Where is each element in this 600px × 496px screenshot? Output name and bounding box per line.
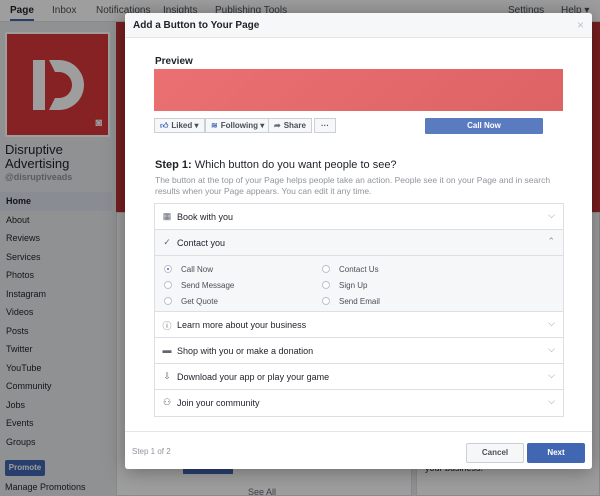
dialog-header: Add a Button to Your Page ×	[125, 13, 592, 38]
contact-choices: Call Now Contact Us Send Message Sign Up…	[155, 256, 563, 312]
share-label: Share	[283, 121, 306, 130]
radio-label: Get Quote	[181, 297, 218, 306]
option-label: Shop with you or make a donation	[177, 346, 314, 356]
step-number: Step 1:	[155, 159, 192, 171]
radio-contact-us[interactable]: Contact Us	[322, 265, 379, 274]
option-label: Book with you	[177, 212, 234, 222]
radio-call-now[interactable]: Call Now	[164, 265, 213, 274]
more-options-button[interactable]: ···	[314, 118, 336, 133]
following-label: Following ▾	[220, 121, 265, 130]
option-join-community[interactable]: ⚇ Join your community ⌵	[155, 390, 563, 416]
option-label: Join your community	[177, 398, 260, 408]
liked-label: Liked ▾	[171, 121, 199, 130]
download-icon: ⇩	[163, 371, 171, 381]
add-button-dialog: Add a Button to Your Page × Preview 👍︎ Li…	[125, 13, 592, 469]
cancel-button[interactable]: Cancel	[466, 443, 524, 463]
preview-heading: Preview	[155, 56, 193, 67]
rss-icon: ≋	[211, 121, 218, 130]
option-book-with-you[interactable]: ▦ Book with you ⌵	[155, 204, 563, 230]
info-icon: ⓘ	[162, 321, 172, 331]
preview-cover-image	[154, 69, 563, 111]
calendar-icon: ▦	[162, 211, 172, 221]
dialog-title: Add a Button to Your Page	[133, 20, 260, 31]
option-shop-or-donate[interactable]: ▬ Shop with you or make a donation ⌵	[155, 338, 563, 364]
check-icon: ✓	[163, 237, 171, 247]
option-label: Contact you	[177, 238, 226, 248]
chevron-down-icon: ⌵	[548, 344, 555, 354]
radio-icon	[164, 297, 172, 305]
option-label: Learn more about your business	[177, 320, 307, 330]
option-label: Download your app or play your game	[177, 372, 330, 382]
step-heading: Step 1: Which button do you want people …	[155, 159, 397, 171]
radio-send-message[interactable]: Send Message	[164, 281, 234, 290]
share-arrow-icon: ➦	[274, 121, 281, 130]
radio-selected-icon	[164, 265, 172, 273]
radio-icon	[164, 281, 172, 289]
option-contact-you[interactable]: ✓ Contact you ⌃	[155, 230, 563, 256]
next-button[interactable]: Next	[527, 443, 585, 463]
radio-label: Send Email	[339, 297, 380, 306]
thumbs-up-icon: 👍︎	[160, 121, 169, 130]
button-category-list: ▦ Book with you ⌵ ✓ Contact you ⌃ Call N…	[154, 203, 564, 417]
chevron-down-icon: ⌵	[548, 370, 555, 380]
chevron-down-icon: ⌵	[548, 318, 555, 328]
people-icon: ⚇	[162, 397, 172, 407]
chevron-down-icon: ⌵	[548, 396, 555, 406]
close-icon[interactable]: ×	[577, 18, 584, 32]
call-now-preview-button[interactable]: Call Now	[425, 118, 543, 134]
chevron-down-icon: ⌵	[548, 210, 555, 220]
option-learn-more[interactable]: ⓘ Learn more about your business ⌵	[155, 312, 563, 338]
share-button[interactable]: ➦ Share	[268, 118, 312, 133]
dialog-footer: Step 1 of 2 Cancel Next	[125, 431, 592, 469]
radio-send-email[interactable]: Send Email	[322, 297, 380, 306]
liked-button[interactable]: 👍︎ Liked ▾	[154, 118, 205, 133]
chevron-up-icon: ⌃	[547, 236, 555, 246]
bag-icon: ▬	[162, 345, 172, 355]
option-download-app[interactable]: ⇩ Download your app or play your game ⌵	[155, 364, 563, 390]
step-question: Which button do you want people to see?	[194, 159, 397, 171]
radio-label: Sign Up	[339, 281, 368, 290]
following-button[interactable]: ≋ Following ▾	[205, 118, 271, 133]
step-indicator: Step 1 of 2	[132, 447, 171, 456]
radio-sign-up[interactable]: Sign Up	[322, 281, 367, 290]
radio-icon	[322, 281, 330, 289]
step-description: The button at the top of your Page helps…	[155, 175, 551, 196]
radio-label: Send Message	[181, 281, 235, 290]
radio-get-quote[interactable]: Get Quote	[164, 297, 218, 306]
radio-label: Call Now	[181, 265, 214, 274]
radio-icon	[322, 297, 330, 305]
radio-label: Contact Us	[339, 265, 379, 274]
radio-icon	[322, 265, 330, 273]
